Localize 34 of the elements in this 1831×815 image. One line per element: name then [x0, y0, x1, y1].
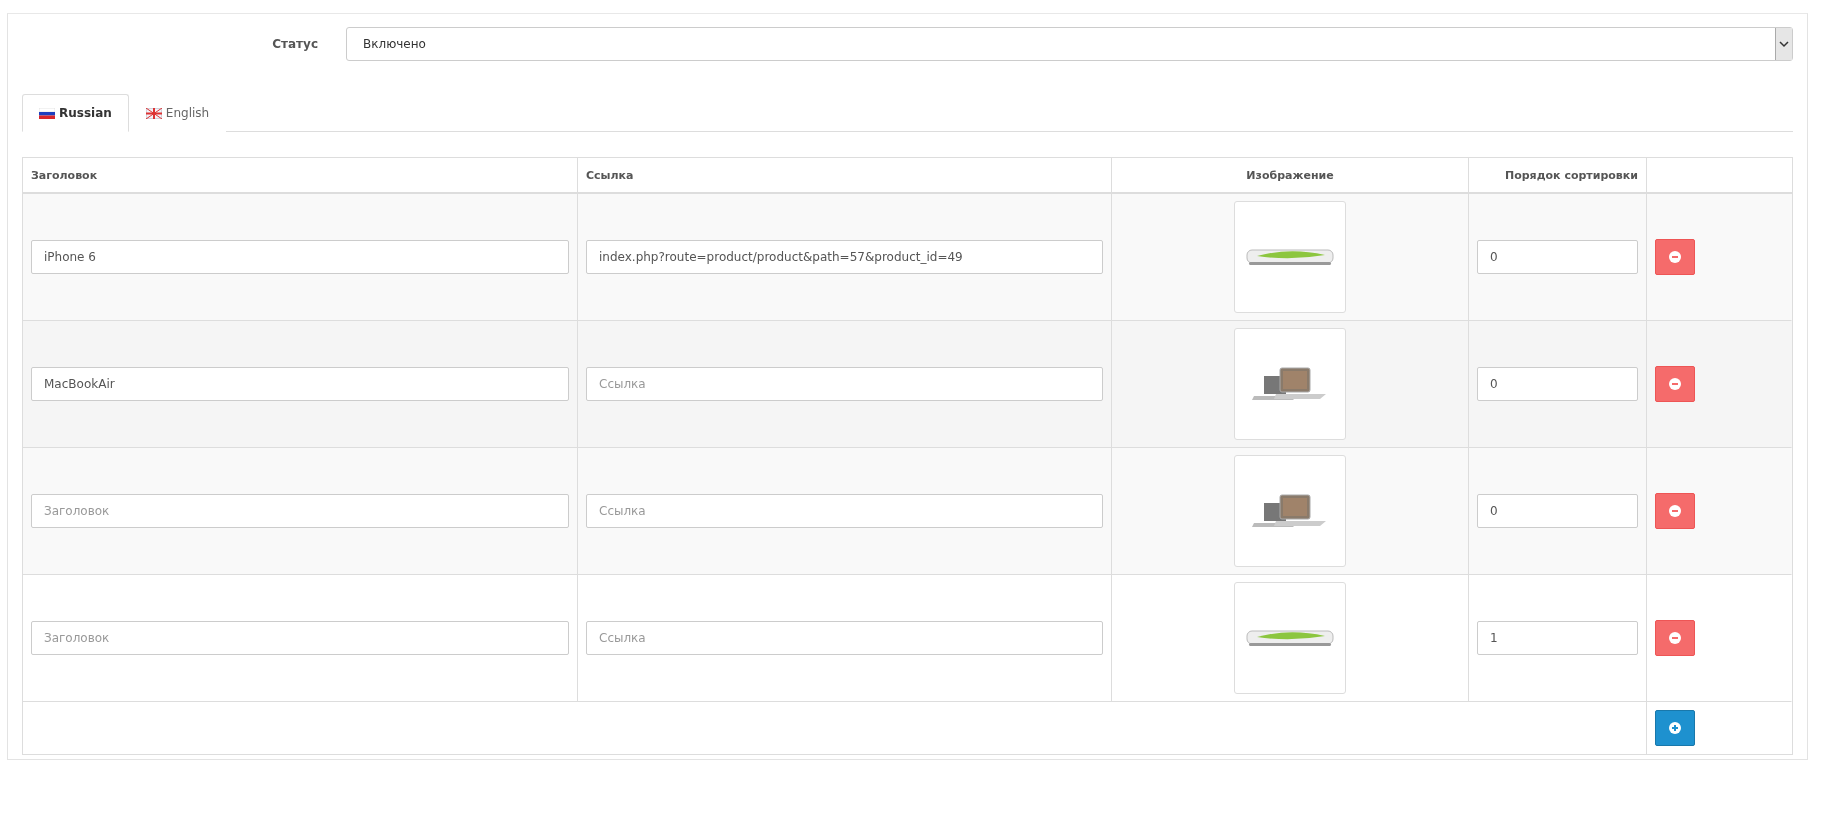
title-field[interactable]: Заголовок	[31, 621, 569, 655]
sort-order-field[interactable]: 1	[1477, 621, 1638, 655]
minus-circle-icon	[1669, 251, 1681, 263]
title-field[interactable]: MacBookAir	[31, 367, 569, 401]
image-thumbnail[interactable]	[1234, 201, 1346, 313]
sort-order-field[interactable]: 0	[1477, 494, 1638, 528]
title-field[interactable]: iPhone 6	[31, 240, 569, 274]
tab-label: English	[165, 106, 210, 120]
remove-button[interactable]	[1655, 620, 1695, 656]
language-tab[interactable]: Russian	[22, 94, 129, 132]
image-thumbnail[interactable]	[1234, 455, 1346, 567]
flag-icon	[145, 107, 162, 119]
remove-button[interactable]	[1655, 493, 1695, 529]
image-thumbnail[interactable]	[1234, 582, 1346, 694]
status-label: Статус	[271, 37, 318, 51]
minus-circle-icon	[1669, 378, 1681, 390]
plus-circle-icon	[1669, 722, 1681, 734]
link-field[interactable]: Ссылка	[586, 494, 1103, 528]
link-field[interactable]: Ссылка	[586, 621, 1103, 655]
title-field[interactable]: Заголовок	[31, 494, 569, 528]
tab-label: Russian	[59, 106, 112, 120]
sort-order-field[interactable]: 0	[1477, 367, 1638, 401]
sort-order-field[interactable]: 0	[1477, 240, 1638, 274]
link-field[interactable]: index.php?route=product/product&path=57&product_id=49	[586, 240, 1103, 274]
minus-circle-icon	[1669, 505, 1681, 517]
remove-button[interactable]	[1655, 366, 1695, 402]
remove-button[interactable]	[1655, 239, 1695, 275]
caret-icon	[1775, 28, 1792, 60]
flag-icon	[39, 107, 55, 119]
minus-circle-icon	[1669, 632, 1681, 644]
status-select[interactable]: Включено	[346, 27, 1793, 61]
add-button[interactable]	[1655, 710, 1695, 746]
link-field[interactable]: Ссылка	[586, 367, 1103, 401]
image-thumbnail[interactable]	[1234, 328, 1346, 440]
